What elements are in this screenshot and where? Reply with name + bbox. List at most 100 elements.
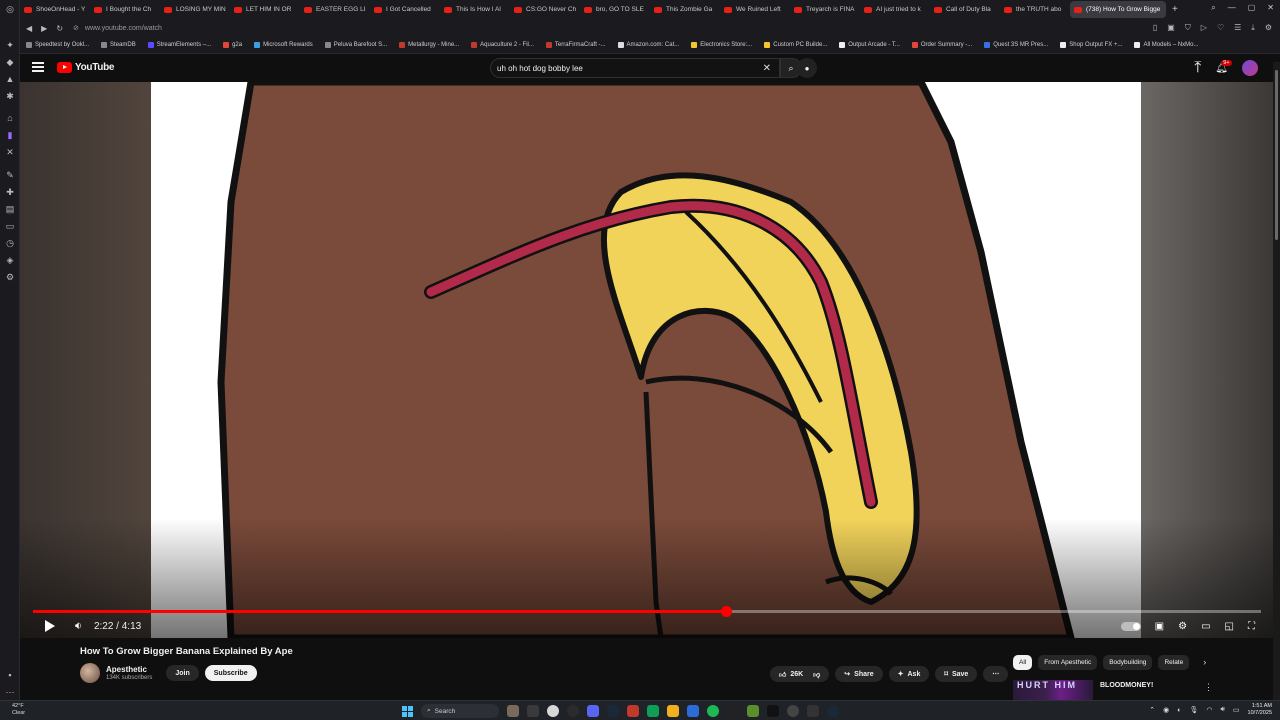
maximize-icon[interactable]: ▢ <box>1248 3 1256 13</box>
bookmark-heart-icon[interactable]: ♡ <box>1217 23 1224 33</box>
bookmark[interactable]: Microsoft Rewards <box>254 42 313 48</box>
speaker-icon[interactable]: 🔊︎ <box>1220 706 1224 714</box>
browser-menu-icon[interactable]: ◎ <box>5 4 15 14</box>
bookmark[interactable]: Order Summary -... <box>911 42 972 48</box>
task-view-icon[interactable] <box>527 705 539 717</box>
bookmark[interactable]: Metallurgy - Mine... <box>399 42 459 48</box>
bookmark[interactable]: Custom PC Builde... <box>764 42 827 48</box>
bookmark[interactable]: Output Arcade - T... <box>839 42 900 48</box>
progress-bar[interactable] <box>33 606 1261 617</box>
minecraft-icon[interactable] <box>747 705 759 717</box>
taskbar-search[interactable]: ⌕ Search <box>421 704 499 718</box>
chevron-right-icon[interactable]: › <box>1203 655 1206 670</box>
terminal-icon[interactable] <box>727 705 739 717</box>
recommended-video[interactable]: HURT HIM BLOODMONEY! ⋮ <box>1013 680 1259 700</box>
browser-tab[interactable]: LET HIM IN OR <box>230 1 298 18</box>
bookmark[interactable]: Amazon.com: Cat... <box>617 42 679 48</box>
sidebar-app-icon[interactable]: ▤ <box>5 204 15 214</box>
chip-bodybuilding[interactable]: Bodybuilding <box>1103 655 1153 670</box>
browser-tab[interactable]: EASTER EGG LI <box>300 1 368 18</box>
site-info-icon[interactable]: ⊘ <box>73 24 79 32</box>
bookmark[interactable]: Electronics Store:... <box>691 42 752 48</box>
weather-widget[interactable]: 42°F Clear <box>12 703 25 717</box>
video-player[interactable] <box>20 82 1273 638</box>
taskbar-app-icon[interactable] <box>807 705 819 717</box>
bookmark[interactable]: StreamElements –... <box>147 42 211 48</box>
settings-icon[interactable]: ⚙ <box>5 272 15 282</box>
sidebar-app-icon[interactable]: ◈ <box>5 255 15 265</box>
channel-name[interactable]: Apesthetic <box>106 665 152 674</box>
sidebar-app-icon[interactable]: ✱ <box>5 91 15 101</box>
tray-app-icon[interactable]: ◉ <box>1163 706 1169 714</box>
browser-tab[interactable]: Call of Duty Bla <box>930 1 998 18</box>
join-button[interactable]: Join <box>166 665 199 681</box>
bookmark[interactable]: Speedtest by Ookl... <box>26 42 89 48</box>
extension-icon[interactable]: ▯ <box>1153 23 1157 33</box>
minimize-icon[interactable]: — <box>1228 3 1236 13</box>
chip-all[interactable]: All <box>1013 655 1033 670</box>
twitch-icon[interactable]: ▮ <box>5 130 15 140</box>
bookmark[interactable]: Peluva Barefoot S... <box>324 42 387 48</box>
share-button[interactable]: ↪ Share <box>835 666 883 682</box>
page-scrollbar[interactable] <box>1273 62 1280 702</box>
notifications-button[interactable]: 🔔︎ 9+ <box>1215 59 1232 74</box>
file-explorer-icon[interactable] <box>667 705 679 717</box>
chip-from-channel[interactable]: From Apesthetic <box>1038 655 1098 670</box>
browser-tab[interactable]: the TRUTH abo <box>1000 1 1068 18</box>
browser-tab[interactable]: LOSING MY MIN <box>160 1 228 18</box>
theater-mode-icon[interactable]: ▭ <box>1201 621 1210 632</box>
browser-tab[interactable]: Treyarch is FINA <box>790 1 858 18</box>
taskbar-app-icon[interactable] <box>687 705 699 717</box>
browser-tab[interactable]: I Got Cancelled <box>370 1 438 18</box>
taskbar-app-icon[interactable] <box>507 705 519 717</box>
close-window-icon[interactable]: ✕ <box>1267 3 1274 13</box>
browser-tab[interactable]: We Ruined Left <box>720 1 788 18</box>
bookmark[interactable]: Aquaculture 2 - Fil... <box>471 42 534 48</box>
battery-icon[interactable]: ▭ <box>1233 706 1240 714</box>
subscribe-button[interactable]: Subscribe <box>204 665 257 681</box>
sidebar-app-icon[interactable]: ✎ <box>5 170 15 180</box>
browser-tab[interactable]: This Zombie Ga <box>650 1 718 18</box>
volume-icon[interactable]: 🔉︎ <box>75 620 82 633</box>
x-icon[interactable]: ✕ <box>5 147 15 157</box>
taskbar-app-icon[interactable] <box>787 705 799 717</box>
sidebar-app-icon[interactable]: ▭ <box>5 221 15 231</box>
steam-icon[interactable] <box>827 705 839 717</box>
search-input[interactable] <box>497 63 737 73</box>
bookmark[interactable]: Shop Output FX +... <box>1060 42 1122 48</box>
hamburger-menu-icon[interactable] <box>32 62 44 72</box>
autoplay-toggle[interactable] <box>1120 621 1141 631</box>
taskbar-app-icon[interactable] <box>627 705 639 717</box>
like-button[interactable]: 👍︎ 26K 👎︎ <box>770 666 830 682</box>
browser-tab[interactable]: This Is How I Al <box>440 1 508 18</box>
extensions-icon[interactable]: ☰ <box>1234 23 1241 33</box>
thumbs-down-icon[interactable]: 👎︎ <box>813 670 820 679</box>
forward-icon[interactable]: ▶ <box>41 24 47 33</box>
mic-tray-icon[interactable]: 🎙︎ <box>1189 706 1198 714</box>
create-upload-icon[interactable]: ⤒ <box>1194 59 1201 77</box>
wifi-icon[interactable]: ◠ <box>1206 706 1212 714</box>
bookmark[interactable]: All Models – NxMo... <box>1134 42 1199 48</box>
sidebar-app-icon[interactable]: ◆ <box>5 57 15 67</box>
sidebar-app-icon[interactable]: ✚ <box>5 187 15 197</box>
clock[interactable]: 1:51 AM 10/7/2025 <box>1248 703 1272 717</box>
browser-tab[interactable]: CS:GO Never Ch <box>510 1 578 18</box>
steam-icon[interactable] <box>607 705 619 717</box>
new-tab-icon[interactable]: + <box>1172 4 1178 15</box>
fullscreen-icon[interactable]: ⛶ <box>1248 621 1255 632</box>
tray-chevron-icon[interactable]: ⌃ <box>1149 706 1155 714</box>
reload-icon[interactable]: ↻ <box>56 24 63 33</box>
browser-settings-icon[interactable]: ⚙ <box>1265 23 1272 33</box>
voice-search-button[interactable]: ● <box>797 58 817 78</box>
browser-app-icon[interactable] <box>547 705 559 717</box>
account-avatar[interactable] <box>1242 60 1258 76</box>
more-icon[interactable]: ⋯ <box>5 687 15 697</box>
extension-icon[interactable]: ⛉ <box>1185 23 1191 33</box>
taskbar-app-icon[interactable] <box>647 705 659 717</box>
play-extension-icon[interactable]: ▷ <box>1201 23 1207 33</box>
spotify-icon[interactable] <box>707 705 719 717</box>
channel-avatar[interactable] <box>80 663 100 683</box>
save-button[interactable]: ⌑ Save <box>935 666 978 682</box>
browser-tab-active[interactable]: (738) How To Grow Bigge <box>1070 1 1166 18</box>
bookmark[interactable]: SteamDB <box>101 42 136 48</box>
